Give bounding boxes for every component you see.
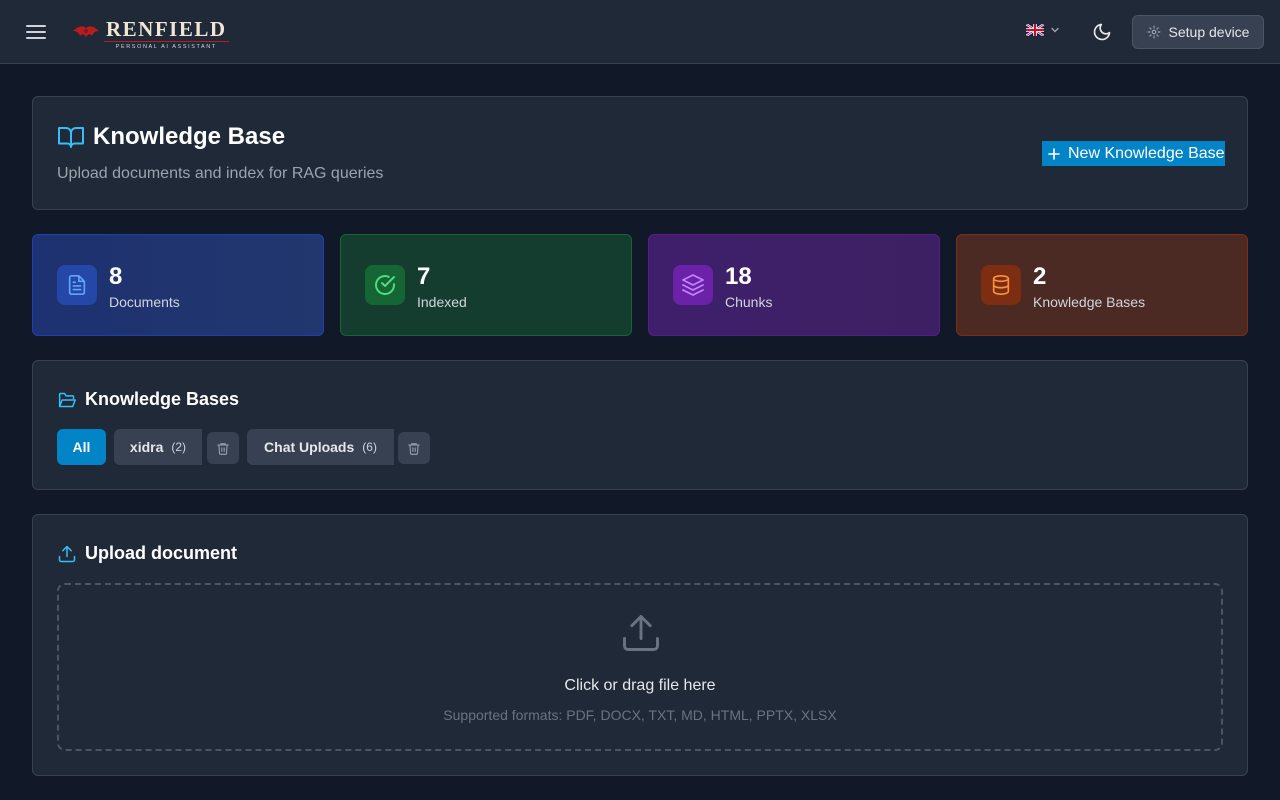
filter-all-label: All xyxy=(72,439,91,455)
filter-all-button[interactable]: All xyxy=(57,429,106,465)
chevron-down-icon xyxy=(1051,27,1059,33)
trash-icon xyxy=(408,442,420,455)
filter-xidra-button[interactable]: xidra (2) xyxy=(114,429,202,465)
file-dropzone[interactable]: Click or drag file here Supported format… xyxy=(57,583,1223,751)
trash-icon xyxy=(217,442,229,455)
gear-icon xyxy=(1147,25,1160,39)
supported-formats: Supported formats: PDF, DOCX, TXT, MD, H… xyxy=(443,707,837,723)
stat-indexed: 7 Indexed xyxy=(340,234,632,336)
kb-count: (6) xyxy=(362,440,377,454)
delete-chat-uploads-button[interactable] xyxy=(398,432,430,464)
upload-section: Upload document Click or drag file here … xyxy=(32,514,1248,776)
stat-label: Knowledge Bases xyxy=(1033,294,1146,310)
book-open-icon xyxy=(58,127,84,148)
stat-chunks: 18 Chunks xyxy=(648,234,940,336)
new-knowledge-base-button[interactable]: New Knowledge Base xyxy=(1042,141,1225,166)
section-title: Knowledge Bases xyxy=(85,389,240,409)
stat-label: Documents xyxy=(109,294,180,310)
setup-device-label: Setup device xyxy=(1168,24,1250,40)
upload-icon xyxy=(58,545,76,562)
kb-name: Chat Uploads xyxy=(264,439,355,455)
layers-icon xyxy=(673,265,713,305)
kb-count: (2) xyxy=(171,440,187,454)
logo-tagline: PERSONAL AI ASSISTANT xyxy=(115,44,217,50)
upload-icon xyxy=(623,615,659,651)
database-icon xyxy=(981,265,1021,305)
plus-icon xyxy=(1048,147,1060,160)
moon-icon[interactable] xyxy=(1090,20,1114,44)
stat-value: 8 xyxy=(109,263,123,290)
language-selector[interactable] xyxy=(1026,24,1060,36)
uk-flag-icon xyxy=(1026,24,1044,36)
stat-value: 7 xyxy=(417,263,431,290)
new-knowledge-base-label: New Knowledge Base xyxy=(1068,144,1225,162)
section-title: Upload document xyxy=(85,543,237,563)
stat-documents: 8 Documents xyxy=(32,234,324,336)
knowledge-base-header: Knowledge Base Upload documents and inde… xyxy=(32,96,1248,210)
logo[interactable]: RENFIELD PERSONAL AI ASSISTANT xyxy=(72,18,229,50)
filter-chat-uploads-button[interactable]: Chat Uploads (6) xyxy=(247,429,394,465)
knowledge-bases-section: Knowledge Bases All xidra (2) Chat Uploa… xyxy=(32,360,1248,490)
delete-xidra-button[interactable] xyxy=(207,432,239,464)
document-icon xyxy=(57,265,97,305)
dropzone-prompt: Click or drag file here xyxy=(564,677,716,694)
setup-device-button[interactable]: Setup device xyxy=(1132,15,1264,49)
folder-open-icon xyxy=(58,392,76,407)
menu-icon[interactable] xyxy=(24,20,48,44)
stat-label: Indexed xyxy=(417,294,467,310)
stat-value: 18 xyxy=(725,263,752,290)
kb-name: xidra xyxy=(129,439,164,455)
stat-value: 2 xyxy=(1033,263,1047,290)
page-title: Knowledge Base xyxy=(93,123,286,150)
stat-label: Chunks xyxy=(725,294,773,310)
logo-name: RENFIELD xyxy=(104,17,229,42)
top-bar: RENFIELD PERSONAL AI ASSISTANT Setup dev… xyxy=(0,0,1280,64)
page-subtitle: Upload documents and index for RAG queri… xyxy=(57,165,384,182)
stat-knowledge-bases: 2 Knowledge Bases xyxy=(956,234,1248,336)
bat-logo-icon xyxy=(73,26,99,37)
check-circle-icon xyxy=(365,265,405,305)
